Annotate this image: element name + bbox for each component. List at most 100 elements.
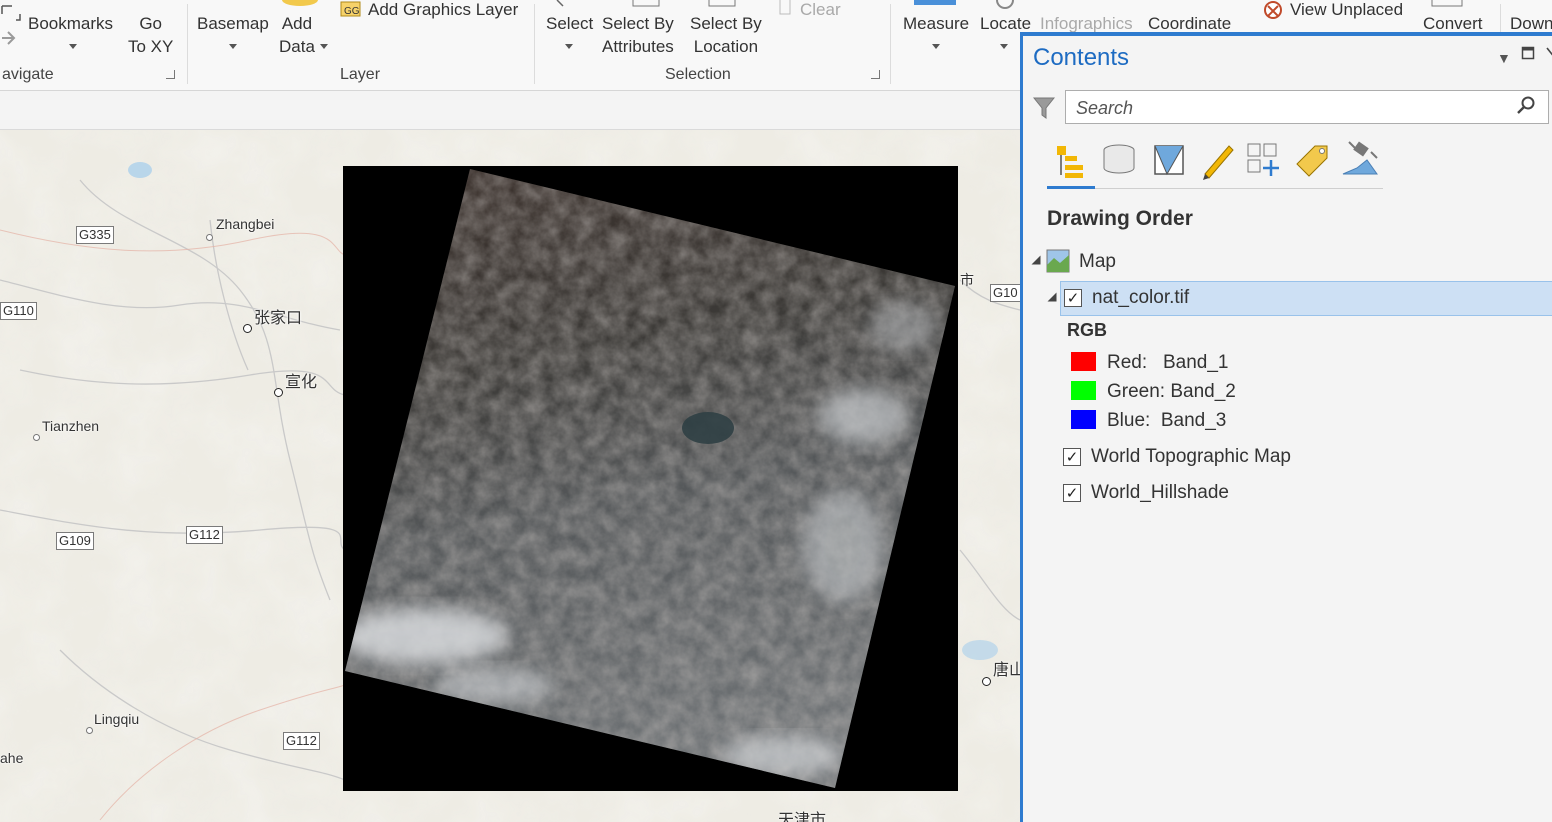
navigate-group-launcher-icon[interactable]: [166, 70, 175, 79]
map-node-label[interactable]: Map: [1079, 251, 1116, 273]
layer-expander-icon[interactable]: [1047, 292, 1057, 302]
map-label-ahe: ahe: [0, 750, 24, 766]
measure-icon: [914, 0, 956, 5]
town-marker: [206, 234, 213, 241]
go-to-xy-label-2: To XY: [128, 37, 174, 56]
map-label-zhangbei: Zhangbei: [216, 216, 275, 232]
measure-button[interactable]: Measure: [903, 12, 969, 35]
svg-text:GG: GG: [344, 6, 360, 17]
view-unplaced-icon: [1264, 1, 1282, 19]
map-expander-icon[interactable]: [1031, 255, 1041, 265]
pane-close-icon[interactable]: [1545, 46, 1552, 60]
list-by-labeling-icon[interactable]: [1293, 138, 1333, 180]
highway-shield-g110: G110: [0, 302, 37, 320]
select-by-attributes-button[interactable]: Select By Attributes: [602, 12, 674, 58]
graphics-layer-icon: GG: [340, 1, 361, 17]
highway-shield-g109: G109: [56, 532, 94, 550]
select-dropdown-icon[interactable]: [565, 44, 573, 49]
go-to-xy-label-1: Go: [139, 14, 163, 33]
tab-baseline: [1047, 188, 1383, 189]
go-to-xy-button[interactable]: Go To XY: [128, 12, 173, 58]
list-by-selection-icon[interactable]: [1151, 138, 1191, 180]
add-data-icon: [282, 0, 318, 6]
add-graphics-layer-button[interactable]: Add Graphics Layer: [368, 0, 518, 21]
add-data-label-2: Data: [279, 37, 315, 56]
locate-icon: [996, 0, 1014, 9]
selection-group-launcher-icon[interactable]: [871, 70, 880, 79]
select-by-attributes-label-1: Select By: [602, 14, 674, 33]
layer-name-nat-color[interactable]: nat_color.tif: [1092, 287, 1189, 309]
town-marker: [86, 727, 93, 734]
map-icon: [1046, 249, 1070, 273]
active-tab-indicator: [1047, 186, 1095, 189]
select-button[interactable]: Select: [546, 12, 593, 35]
locate-dropdown-icon[interactable]: [1000, 44, 1008, 49]
contents-pane: Contents ▼ Drawing Order Map ✓ nat_color…: [1020, 32, 1552, 822]
red-band-swatch: [1071, 352, 1096, 371]
navigate-group-label: avigate: [2, 66, 54, 83]
bookmarks-dropdown-icon[interactable]: [69, 44, 77, 49]
basemap-button[interactable]: Basemap: [197, 12, 269, 35]
bookmarks-button[interactable]: Bookmarks: [28, 12, 113, 35]
map-label-tianzhen: Tianzhen: [42, 418, 100, 434]
view-unplaced-button[interactable]: View Unplaced: [1290, 0, 1403, 21]
green-band-swatch: [1071, 381, 1096, 400]
select-by-location-icon: [708, 0, 736, 7]
city-marker: [274, 388, 283, 397]
contents-pane-title: Contents: [1033, 44, 1130, 71]
select-by-location-button[interactable]: Select By Location: [690, 12, 762, 58]
list-by-snapping-icon[interactable]: [1245, 138, 1285, 180]
raster-layer-nat-color: [343, 166, 958, 791]
city-marker: [982, 677, 991, 686]
map-label-zhangjiakou: 张家口: [254, 310, 303, 327]
select-by-location-label-2: Location: [693, 37, 759, 56]
search-box[interactable]: [1065, 90, 1549, 124]
highway-shield-g112: G112: [186, 526, 223, 544]
layer-visibility-checkbox[interactable]: ✓: [1063, 484, 1081, 502]
group-separator: [187, 4, 188, 84]
layer-visibility-checkbox[interactable]: ✓: [1064, 289, 1082, 307]
full-extent-icon[interactable]: [0, 0, 22, 54]
layer-group-label: Layer: [340, 66, 381, 83]
clear-selection-button[interactable]: Clear: [800, 0, 841, 21]
rgb-heading: RGB: [1067, 320, 1107, 340]
filter-icon[interactable]: [1033, 96, 1055, 120]
red-band-label: Red: Band_1: [1107, 352, 1229, 373]
add-data-button[interactable]: Add Data: [279, 12, 315, 58]
layer-name-world-hillshade[interactable]: World_Hillshade: [1091, 482, 1229, 504]
pane-accent-bar: [1023, 32, 1552, 36]
pane-options-icon[interactable]: ▼: [1497, 50, 1511, 66]
blue-band-label: Blue: Band_3: [1107, 410, 1227, 431]
layer-name-world-topographic-map[interactable]: World Topographic Map: [1091, 446, 1291, 468]
city-marker: [243, 324, 252, 333]
map-label-partial-city: 市: [960, 272, 974, 288]
list-by-editing-icon[interactable]: [1199, 138, 1239, 180]
map-view-toolbar: [0, 91, 1020, 130]
map-view[interactable]: Zhangbei 张家口 宣化 Tianzhen Lingqiu ahe 天津市…: [0, 130, 1020, 822]
list-by-drawing-order-icon[interactable]: [1053, 138, 1093, 180]
search-icon[interactable]: [1516, 96, 1536, 116]
list-by-perspective-imagery-icon[interactable]: [1341, 138, 1381, 180]
select-icon: [556, 0, 564, 7]
highway-shield-g335: G335: [76, 226, 114, 244]
layer-visibility-checkbox[interactable]: ✓: [1063, 448, 1081, 466]
map-label-tangshan: 唐山: [993, 662, 1020, 679]
green-band-label: Green: Band_2: [1107, 381, 1236, 402]
measure-dropdown-icon[interactable]: [932, 44, 940, 49]
clear-selection-icon: [779, 0, 791, 15]
list-by-source-icon[interactable]: [1101, 138, 1141, 180]
search-input[interactable]: [1074, 95, 1498, 121]
add-data-label-1: Add: [281, 14, 313, 33]
select-by-location-label-1: Select By: [690, 14, 762, 33]
add-data-dropdown-icon[interactable]: [320, 44, 328, 49]
highway-shield-g10: G10: [990, 284, 1020, 302]
highway-shield-g112: G112: [283, 732, 320, 750]
map-label-lingqiu: Lingqiu: [94, 711, 140, 727]
pane-float-icon[interactable]: [1521, 46, 1535, 60]
basemap-dropdown-icon[interactable]: [229, 44, 237, 49]
select-by-attributes-icon: [632, 0, 660, 7]
selection-group-label: Selection: [665, 66, 731, 83]
select-by-attributes-label-2: Attributes: [602, 37, 674, 56]
town-marker: [33, 434, 40, 441]
group-separator: [890, 4, 891, 84]
